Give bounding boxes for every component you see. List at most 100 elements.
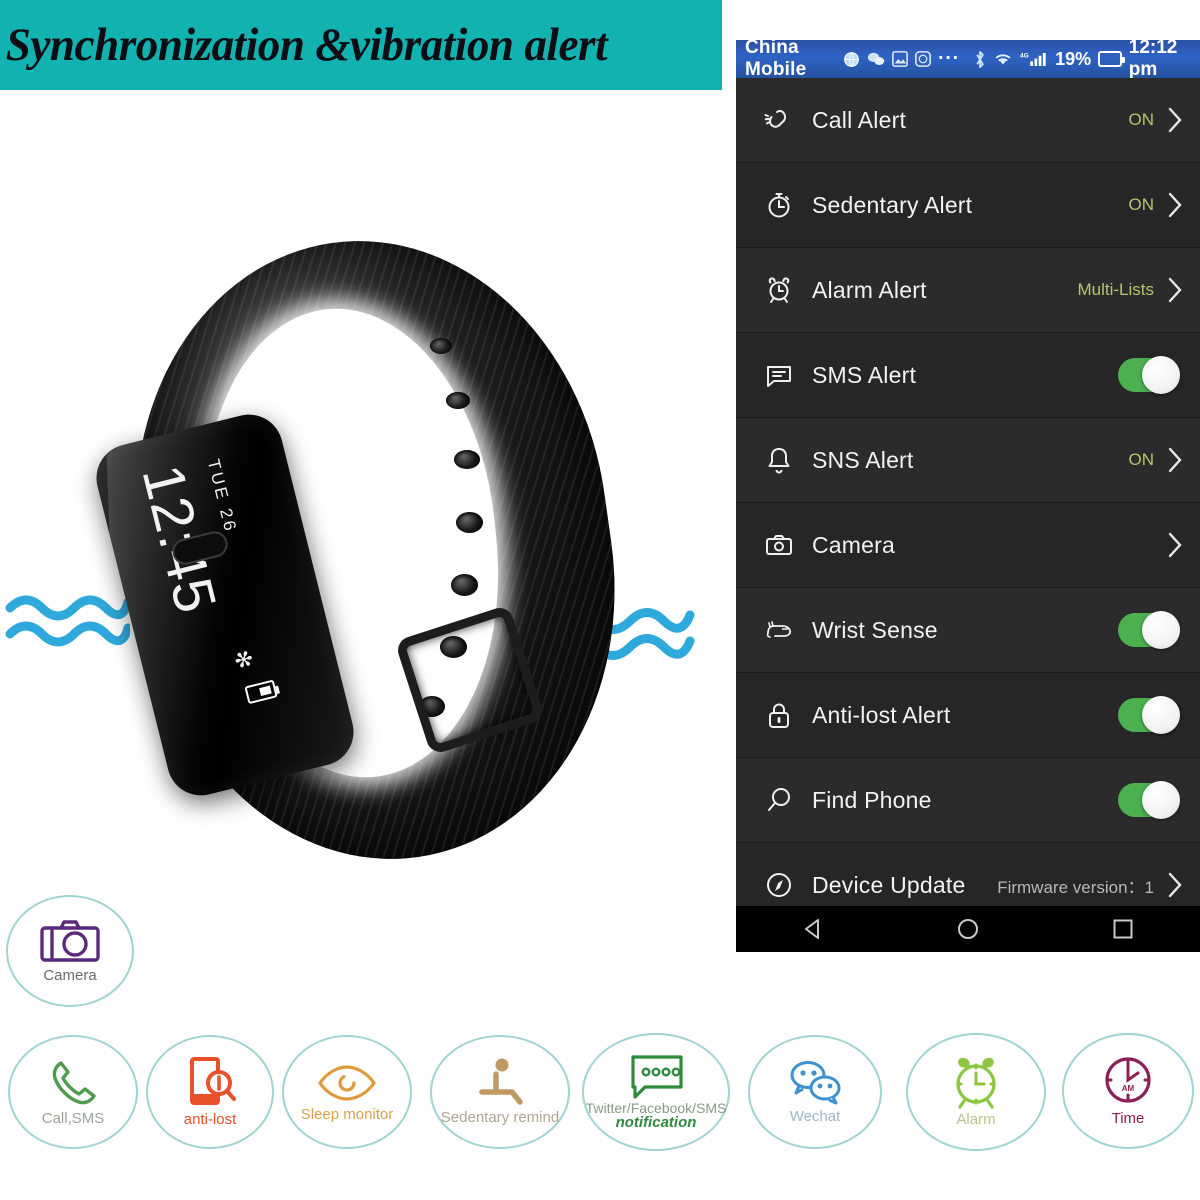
settings-list: Call Alert ON Sedentary Alert ON Alarm A… <box>736 78 1200 906</box>
feature-label: Time <box>1111 1110 1145 1128</box>
toggle-knob <box>1142 696 1180 734</box>
product-photo-area: TUE 26 12:45 ✻ <box>0 90 736 890</box>
wifi-icon <box>993 51 1013 67</box>
signal-icon: 4G <box>1020 50 1048 68</box>
feature-label: Camera <box>43 967 97 985</box>
sleep-eye-icon <box>316 1061 378 1105</box>
phone-status-bar: China Mobile ··· 4G 19% 12:12 pm <box>736 37 1200 80</box>
battery-icon <box>244 679 278 705</box>
feature-label: Wechat <box>789 1108 841 1126</box>
phone-handset-icon <box>45 1057 101 1109</box>
settings-row-label: SNS Alert <box>812 446 914 473</box>
band-hole <box>446 392 470 409</box>
settings-row-toggle[interactable] <box>1118 611 1180 649</box>
toggle-knob <box>1142 781 1180 819</box>
band-hole <box>456 512 483 533</box>
settings-row-value: Multi-Lists <box>1077 280 1154 299</box>
chat-bubble-icon <box>623 1053 689 1099</box>
settings-row-label: Alarm Alert <box>812 276 927 303</box>
fitness-band-image: TUE 26 12:45 ✻ <box>89 210 651 890</box>
settings-row-find-phone[interactable]: Find Phone <box>736 758 1200 843</box>
settings-row-label: Anti-lost Alert <box>812 701 951 728</box>
settings-row-camera[interactable]: Camera <box>736 503 1200 588</box>
settings-row-wrist-sense[interactable]: Wrist Sense <box>736 588 1200 673</box>
feature-label: Call,SMS <box>41 1110 105 1128</box>
settings-row-label: Sedentary Alert <box>812 191 973 218</box>
feature-bubble-notification: Twitter/Facebook/SMS notification <box>582 1033 730 1151</box>
feature-label-secondary: notification <box>615 1114 697 1132</box>
feature-bubble-time: AM Time <box>1062 1033 1194 1149</box>
bluetooth-icon: ✻ <box>228 647 258 672</box>
phone-search-icon <box>182 1056 238 1110</box>
settings-row-label: Find Phone <box>812 786 932 813</box>
chevron-right-icon[interactable] <box>1164 276 1186 304</box>
wechat-icon <box>867 51 885 67</box>
feature-bubble-sleep-monitor: Sleep monitor <box>282 1035 412 1149</box>
settings-row-label: Wrist Sense <box>812 616 938 643</box>
settings-row-toggle[interactable] <box>1118 696 1180 734</box>
message-icon <box>756 360 802 390</box>
band-hole <box>451 574 478 596</box>
clock-am-icon: AM <box>1099 1055 1157 1109</box>
wrist-hand-icon <box>756 617 802 643</box>
feature-bubble-call-sms: Call,SMS <box>8 1035 138 1149</box>
alarm-clock-icon <box>947 1056 1005 1110</box>
feature-label: Sedentary remind <box>440 1109 560 1127</box>
chevron-right-icon[interactable] <box>1164 106 1186 134</box>
band-hole <box>454 450 480 469</box>
feature-label: anti-lost <box>183 1111 237 1129</box>
chevron-right-icon[interactable] <box>1164 191 1186 219</box>
settings-row-alarm-alert[interactable]: Alarm Alert Multi-Lists <box>736 248 1200 333</box>
settings-row-toggle[interactable] <box>1118 356 1180 394</box>
chevron-right-icon[interactable] <box>1164 446 1186 474</box>
svg-text:AM: AM <box>1122 1084 1135 1093</box>
settings-row-label: SMS Alert <box>812 361 917 388</box>
more-icon: ··· <box>938 48 961 69</box>
toggle-knob <box>1142 356 1180 394</box>
feature-label: Alarm <box>956 1111 996 1129</box>
settings-row-call-alert[interactable]: Call Alert ON <box>736 78 1200 163</box>
app-icon <box>915 51 931 67</box>
settings-row-label: Call Alert <box>812 106 907 133</box>
settings-row-sms-alert[interactable]: SMS Alert <box>736 333 1200 418</box>
toggle-knob <box>1142 611 1180 649</box>
browser-icon <box>843 51 860 68</box>
feature-bubble-alarm: Alarm <box>906 1033 1046 1151</box>
camera-icon <box>39 918 101 966</box>
settings-row-toggle[interactable] <box>1118 781 1180 819</box>
gallery-icon <box>892 51 908 67</box>
carrier-label: China Mobile <box>745 37 807 80</box>
alarm-clock-icon <box>756 275 802 305</box>
ringing-phone-icon <box>756 105 802 135</box>
feature-bubble-camera: Camera <box>6 895 134 1007</box>
camera-icon <box>756 530 802 560</box>
band-hole <box>430 338 452 354</box>
sitting-person-icon <box>472 1058 528 1108</box>
clock-label: 12:12 pm <box>1128 37 1178 80</box>
settings-row-sedentary-alert[interactable]: Sedentary Alert ON <box>736 163 1200 248</box>
feature-bubble-wechat: Wechat <box>748 1035 882 1149</box>
bell-icon <box>756 445 802 475</box>
magnifier-icon <box>756 785 802 815</box>
feature-label: Twitter/Facebook/SMS <box>585 1099 727 1116</box>
settings-row-sns-alert[interactable]: SNS Alert ON <box>736 418 1200 503</box>
lock-icon <box>756 700 802 730</box>
page-title: Synchronization &vibration alert <box>5 19 608 71</box>
feature-bubble-sedentary-remind: Sedentary remind <box>430 1035 570 1149</box>
svg-text:4G: 4G <box>1020 53 1029 60</box>
feature-bubbles: Camera Call,SMS anti-lost Sleep monitor <box>0 890 1200 1200</box>
chevron-right-icon[interactable] <box>1164 531 1186 559</box>
feature-label: Sleep monitor <box>300 1106 394 1124</box>
bluetooth-icon <box>974 50 986 69</box>
settings-row-value: ON <box>1128 450 1155 469</box>
settings-row-value: ON <box>1128 110 1155 129</box>
stopwatch-icon <box>756 190 802 220</box>
settings-row-value: ON <box>1128 195 1155 214</box>
settings-row-anti-lost-alert[interactable]: Anti-lost Alert <box>736 673 1200 758</box>
feature-bubble-anti-lost: anti-lost <box>146 1035 274 1149</box>
header-banner: Synchronization &vibration alert <box>0 0 722 90</box>
settings-row-label: Camera <box>812 531 896 558</box>
wechat-bubbles-icon <box>784 1059 846 1107</box>
battery-percent-label: 19% <box>1055 48 1092 69</box>
battery-icon <box>1098 51 1125 67</box>
